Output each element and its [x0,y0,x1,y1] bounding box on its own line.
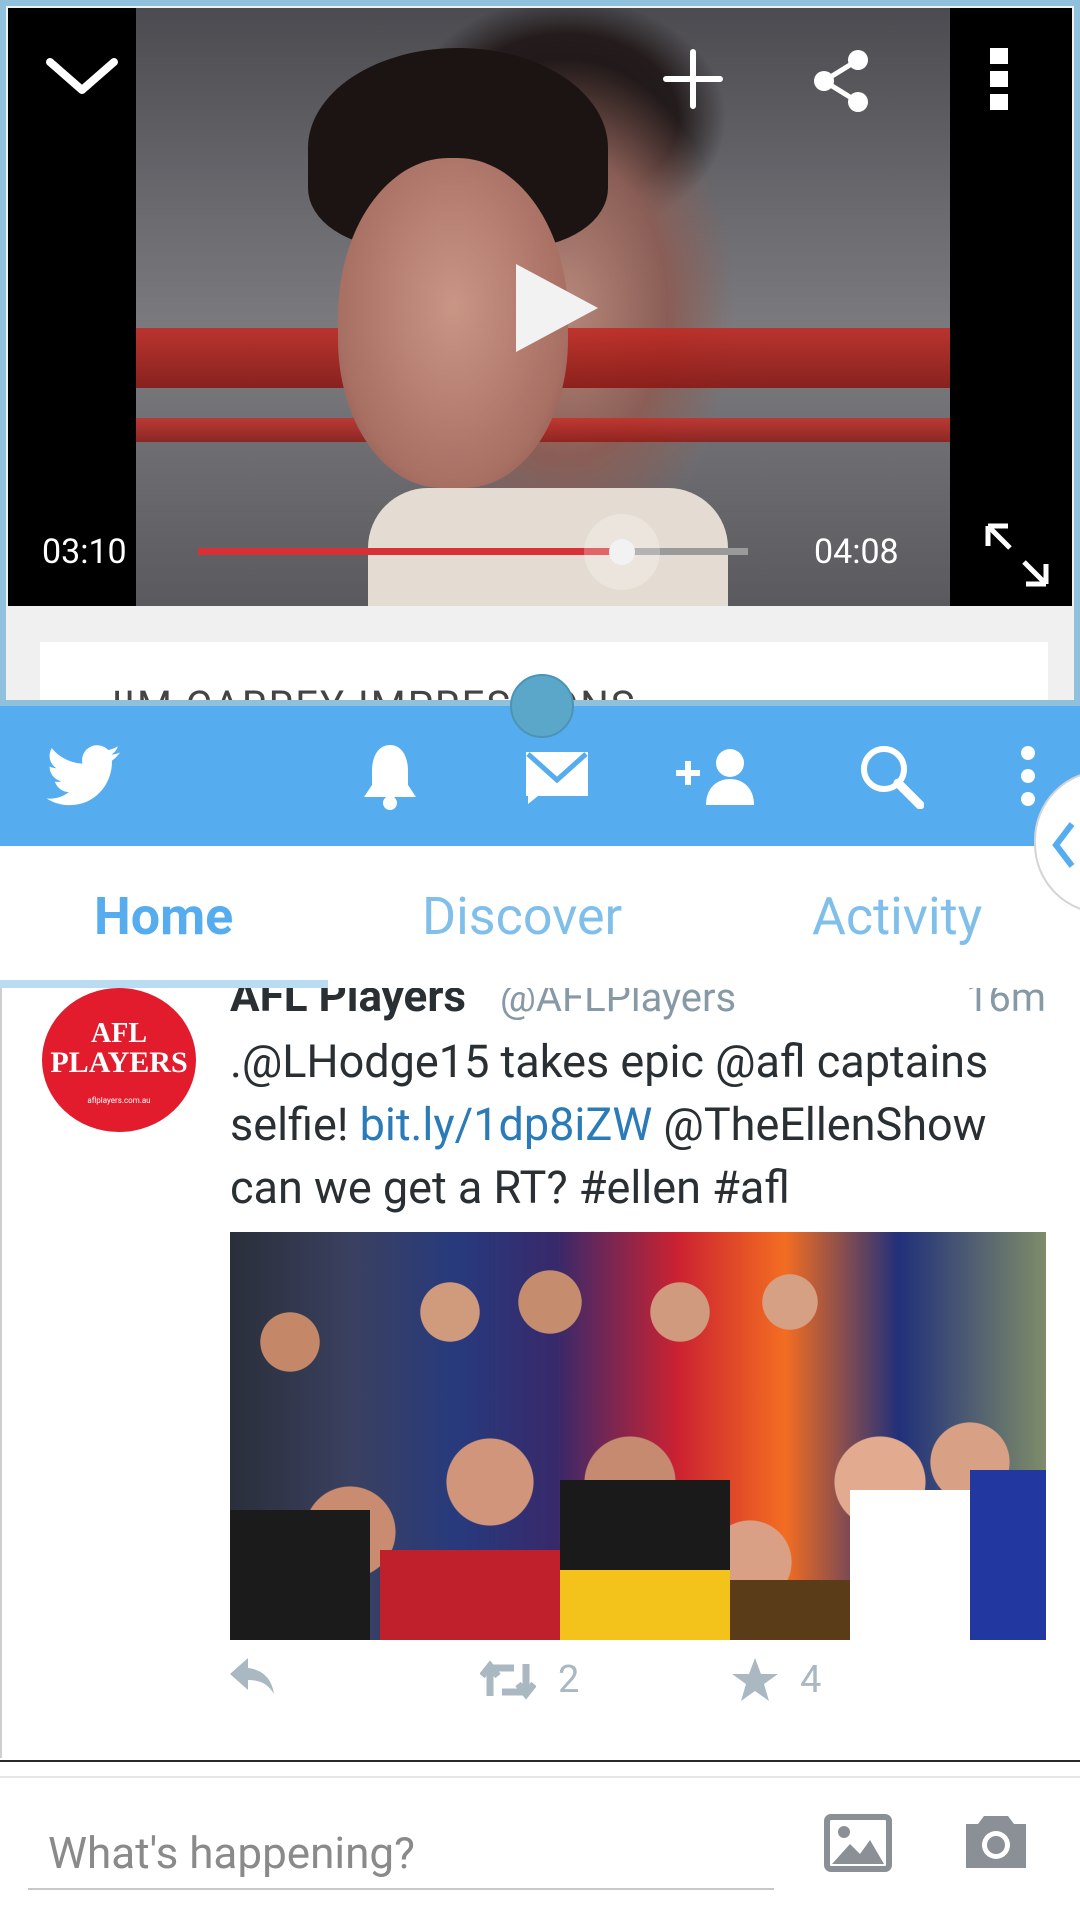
star-icon [732,1658,778,1701]
avatar-logo-url: aflplayers.com.au [87,1096,151,1105]
photo-jersey [380,1550,560,1640]
tweet-photo[interactable] [230,1232,1046,1640]
video-scene-figure [368,488,728,606]
tweet-link[interactable]: bit.ly/1dp8iZW [360,1098,653,1151]
tab-discover[interactable]: Discover [422,886,622,947]
photo-jersey [970,1470,1046,1640]
more-vert-icon[interactable] [1018,740,1038,812]
photo-jersey [850,1490,980,1640]
play-icon[interactable] [512,260,602,356]
favorite-button[interactable]: 4 [732,1658,821,1702]
reply-button[interactable] [230,1658,276,1694]
player-drag-handle[interactable] [510,674,574,738]
search-icon[interactable] [858,740,924,812]
retweet-count: 2 [558,1658,580,1702]
divider [0,1760,1080,1762]
elapsed-time: 03:10 [42,532,127,572]
compose-input[interactable] [28,1818,774,1890]
favorite-count: 4 [800,1658,822,1702]
share-icon[interactable] [810,48,872,114]
image-icon[interactable] [824,1814,892,1872]
add-user-icon[interactable] [672,740,764,812]
tweet-author-handle[interactable]: @AFLPlayers [500,988,736,1021]
twitter-bird-icon[interactable] [46,740,122,812]
chevron-left-icon [1050,820,1076,870]
duration-time: 04:08 [814,532,899,572]
more-vert-icon[interactable] [988,46,1010,112]
video-surface[interactable]: 03:10 04:08 [8,8,1072,606]
tweet-timestamp: 16m [965,988,1046,1021]
avatar[interactable]: AFL PLAYERS aflplayers.com.au [42,988,196,1132]
seek-progress [198,548,622,555]
tab-home[interactable]: Home [94,886,233,947]
camera-icon[interactable] [962,1812,1030,1872]
timeline-tabs: Home Discover Activity [0,846,1080,989]
photo-jersey [730,1580,860,1640]
photo-jersey [560,1570,730,1640]
notifications-bell-icon[interactable] [360,740,420,812]
seek-handle[interactable] [609,539,635,565]
floating-video-player[interactable]: 03:10 04:08 JIM CARREY IMPRESSIONS [0,0,1080,706]
tweet-card[interactable]: AFL PLAYERS aflplayers.com.au AFL Player… [0,988,1080,1758]
tweet-composer [0,1778,1080,1920]
tab-activity[interactable]: Activity [812,886,982,947]
avatar-logo-text: PLAYERS [50,1046,188,1079]
messages-envelope-icon[interactable] [524,740,590,812]
tweet-actions: 2 4 [2,1658,1080,1718]
collapse-chevron-icon[interactable] [44,54,120,98]
fullscreen-icon[interactable] [982,520,1052,590]
add-icon[interactable] [662,48,724,110]
tweet-text: .@LHodge15 takes epic @afl captains self… [230,1030,1050,1219]
retweet-icon [480,1660,536,1700]
reply-icon [230,1658,274,1694]
tweet-author-name[interactable]: AFL Players [230,988,466,1022]
retweet-button[interactable]: 2 [480,1658,579,1702]
photo-jersey [230,1510,370,1640]
